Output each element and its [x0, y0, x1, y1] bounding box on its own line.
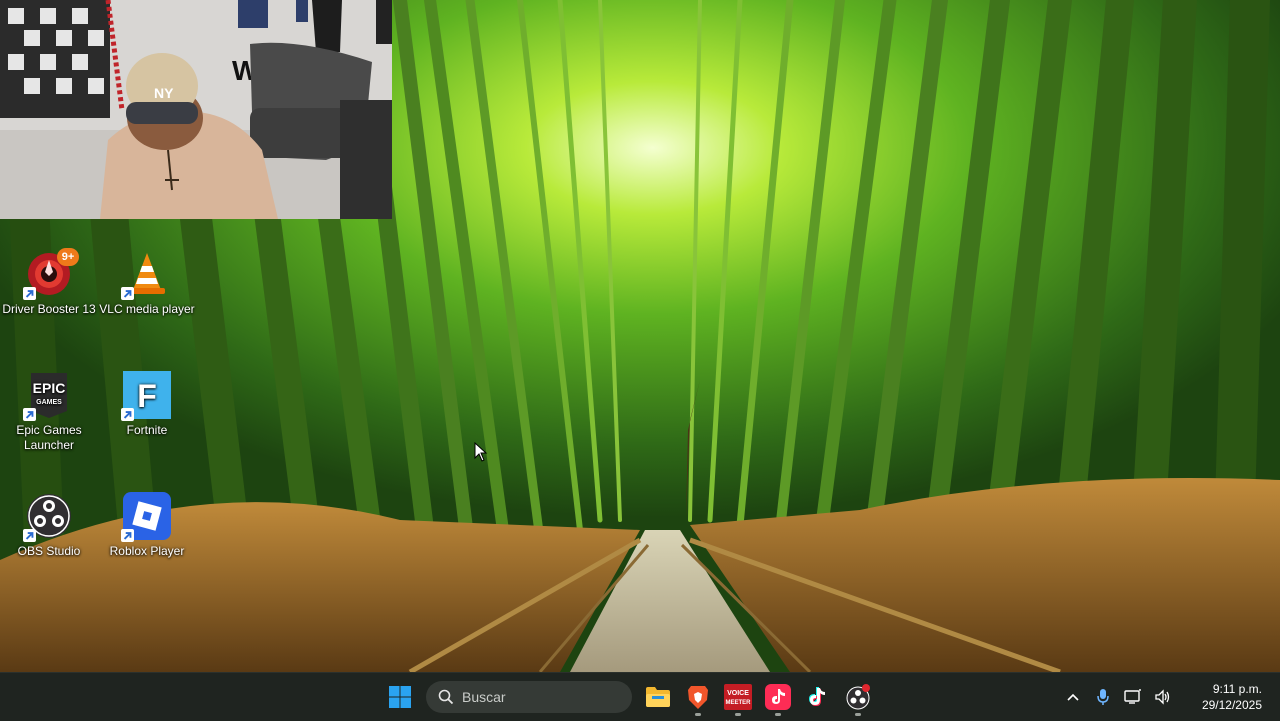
taskbar-obs[interactable] [838, 677, 878, 717]
windows-logo-icon [389, 686, 411, 708]
tiktok-studio-icon [765, 684, 791, 710]
svg-text:EPIC: EPIC [33, 380, 66, 396]
network-icon [1124, 689, 1141, 704]
running-indicator [855, 713, 861, 716]
obs-icon [23, 492, 73, 542]
microphone-button[interactable] [1088, 677, 1118, 717]
svg-text:F: F [137, 378, 157, 414]
folder-icon [646, 687, 670, 707]
desktop-icon-driver-booster[interactable]: 9+ Driver Booster 13 [0, 248, 98, 317]
brave-lion-icon [688, 686, 708, 709]
vlc-icon [121, 250, 171, 300]
desktop-icon-roblox[interactable]: Roblox Player [98, 492, 196, 559]
driver-booster-icon: 9+ [23, 248, 79, 300]
search-placeholder: Buscar [462, 689, 506, 705]
volume-button[interactable] [1148, 677, 1178, 717]
svg-text:NY: NY [154, 85, 174, 101]
search-icon [438, 689, 454, 705]
shortcut-arrow-icon [121, 287, 134, 300]
clock-time: 9:11 p.m. [1212, 682, 1262, 696]
voicemeeter-icon: VOICE MEETER [724, 684, 752, 710]
start-button[interactable] [380, 677, 420, 717]
svg-text:GAMES: GAMES [36, 399, 62, 406]
tiktok-icon [809, 687, 825, 706]
speaker-icon [1155, 689, 1170, 705]
desktop-icon-label: VLC media player [99, 302, 195, 316]
desktop-icon-label: Driver Booster 13 [2, 302, 96, 316]
running-indicator [695, 713, 701, 716]
epic-games-icon: EPIC GAMES [23, 371, 73, 421]
mouse-cursor-icon [474, 442, 488, 462]
taskbar-center: Buscar VOICE MEETER [380, 673, 878, 721]
shortcut-arrow-icon [23, 287, 36, 300]
taskbar-tiktok[interactable] [798, 677, 838, 717]
fortnite-icon: F [121, 371, 171, 421]
show-hidden-icons-button[interactable] [1058, 677, 1088, 717]
taskbar-brave[interactable] [678, 677, 718, 717]
taskbar-clock[interactable]: 9:11 p.m. 29/12/2025 [1178, 681, 1280, 713]
desktop-icon-epic-games[interactable]: EPIC GAMES Epic Games Launcher [0, 371, 98, 453]
desktop-icon-obs[interactable]: OBS Studio [0, 492, 98, 559]
svg-text:VOICE: VOICE [727, 690, 749, 697]
network-button[interactable] [1118, 677, 1148, 717]
desktop-icon-vlc[interactable]: VLC media player [98, 250, 196, 317]
taskbar-file-explorer[interactable] [638, 677, 678, 717]
svg-text:MEETER: MEETER [725, 700, 751, 706]
obs-recording-icon [846, 684, 870, 710]
desktop-icon-fortnite[interactable]: F Fortnite [98, 371, 196, 438]
taskbar-search[interactable]: Buscar [426, 681, 632, 713]
roblox-icon [121, 492, 171, 542]
taskbar-tiktok-studio[interactable] [758, 677, 798, 717]
running-indicator [775, 713, 781, 716]
shortcut-arrow-icon [23, 408, 36, 421]
taskbar-voicemeeter[interactable]: VOICE MEETER [718, 677, 758, 717]
shortcut-arrow-icon [121, 408, 134, 421]
desktop-icon-label: Epic Games Launcher [16, 423, 82, 452]
clock-date: 29/12/2025 [1201, 698, 1262, 712]
webcam-overlay: W NY [0, 0, 392, 219]
shortcut-arrow-icon [23, 529, 36, 542]
chevron-up-icon [1067, 693, 1079, 701]
running-indicator [735, 713, 741, 716]
system-tray: 9:11 p.m. 29/12/2025 [1058, 673, 1280, 721]
taskbar: Buscar VOICE MEETER 9:11 p.m. 29/12/2025 [0, 672, 1280, 721]
shortcut-arrow-icon [121, 529, 134, 542]
notification-badge: 9+ [57, 248, 79, 266]
microphone-icon [1097, 689, 1109, 705]
